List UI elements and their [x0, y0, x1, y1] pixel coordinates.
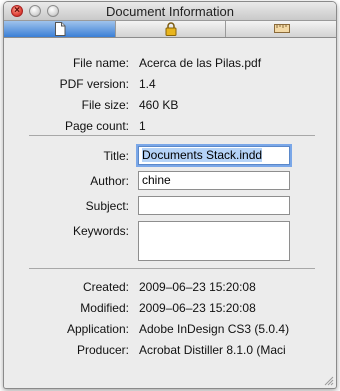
- document-information-window: × Document Information File name: Acerca…: [3, 1, 337, 389]
- divider: [29, 135, 315, 136]
- ruler-icon: [273, 24, 290, 33]
- tab-measurements[interactable]: [225, 21, 336, 37]
- application-value: Adobe InDesign CS3 (5.0.4): [139, 322, 290, 336]
- tab-bar: [4, 21, 336, 38]
- file-name-value: Acerca de las Pilas.pdf: [139, 56, 262, 70]
- tab-document-info[interactable]: [4, 21, 115, 37]
- application-label: Application:: [66, 322, 129, 336]
- lock-icon: [165, 22, 177, 36]
- title-field-value: Documents Stack.indd: [142, 148, 263, 162]
- page-count-label: Page count:: [64, 119, 129, 133]
- resize-grip-icon[interactable]: [323, 375, 334, 386]
- window-title: Document Information: [106, 4, 234, 19]
- subject-label: Subject:: [85, 199, 129, 213]
- producer-value: Acrobat Distiller 8.1.0 (Maci: [139, 343, 286, 357]
- keywords-label: Keywords:: [72, 224, 129, 238]
- author-label: Author:: [90, 174, 129, 188]
- author-field[interactable]: chine: [138, 171, 290, 190]
- title-bar[interactable]: × Document Information: [4, 2, 336, 21]
- title-label: Title:: [103, 149, 129, 163]
- keywords-field[interactable]: [138, 221, 290, 261]
- producer-label: Producer:: [76, 343, 129, 357]
- pdf-version-value: 1.4: [139, 77, 156, 91]
- created-label: Created:: [82, 280, 129, 294]
- file-size-value: 460 KB: [139, 98, 179, 112]
- divider: [29, 268, 315, 269]
- pdf-version-label: PDF version:: [59, 77, 129, 91]
- modified-label: Modified:: [80, 301, 129, 315]
- tab-security[interactable]: [115, 21, 226, 37]
- page-icon: [54, 22, 65, 36]
- title-field[interactable]: Documents Stack.indd: [138, 146, 290, 165]
- modified-value: 2009–06–23 15:20:08: [139, 301, 256, 315]
- file-size-label: File size:: [81, 98, 129, 112]
- page-count-value: 1: [139, 119, 146, 133]
- subject-field[interactable]: [138, 196, 290, 215]
- file-name-label: File name:: [72, 56, 129, 70]
- created-value: 2009–06–23 15:20:08: [139, 280, 256, 294]
